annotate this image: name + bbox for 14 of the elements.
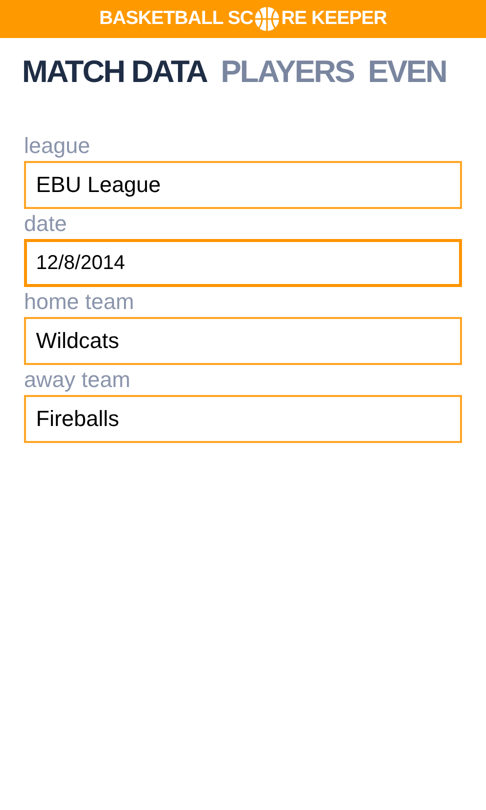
logo-text: BASKETBALL SC <box>99 6 254 31</box>
text-field[interactable]: Fireballs <box>24 395 462 443</box>
logo-text: RE KEEPER <box>281 6 387 31</box>
field-label: away team <box>24 366 132 394</box>
field-label: home team <box>24 288 136 316</box>
field-label: league <box>24 132 92 160</box>
tab[interactable]: PLAYERS <box>220 56 354 87</box>
field-label: date <box>24 210 68 238</box>
text-field[interactable]: Wildcats <box>24 317 462 365</box>
date-picker[interactable]: 12/8/2014 <box>24 239 462 287</box>
tab[interactable]: EVEN <box>368 56 446 87</box>
text-field[interactable]: EBU League <box>24 161 462 209</box>
basketball-icon <box>254 6 280 32</box>
tab[interactable]: MATCH DATA <box>22 56 207 87</box>
